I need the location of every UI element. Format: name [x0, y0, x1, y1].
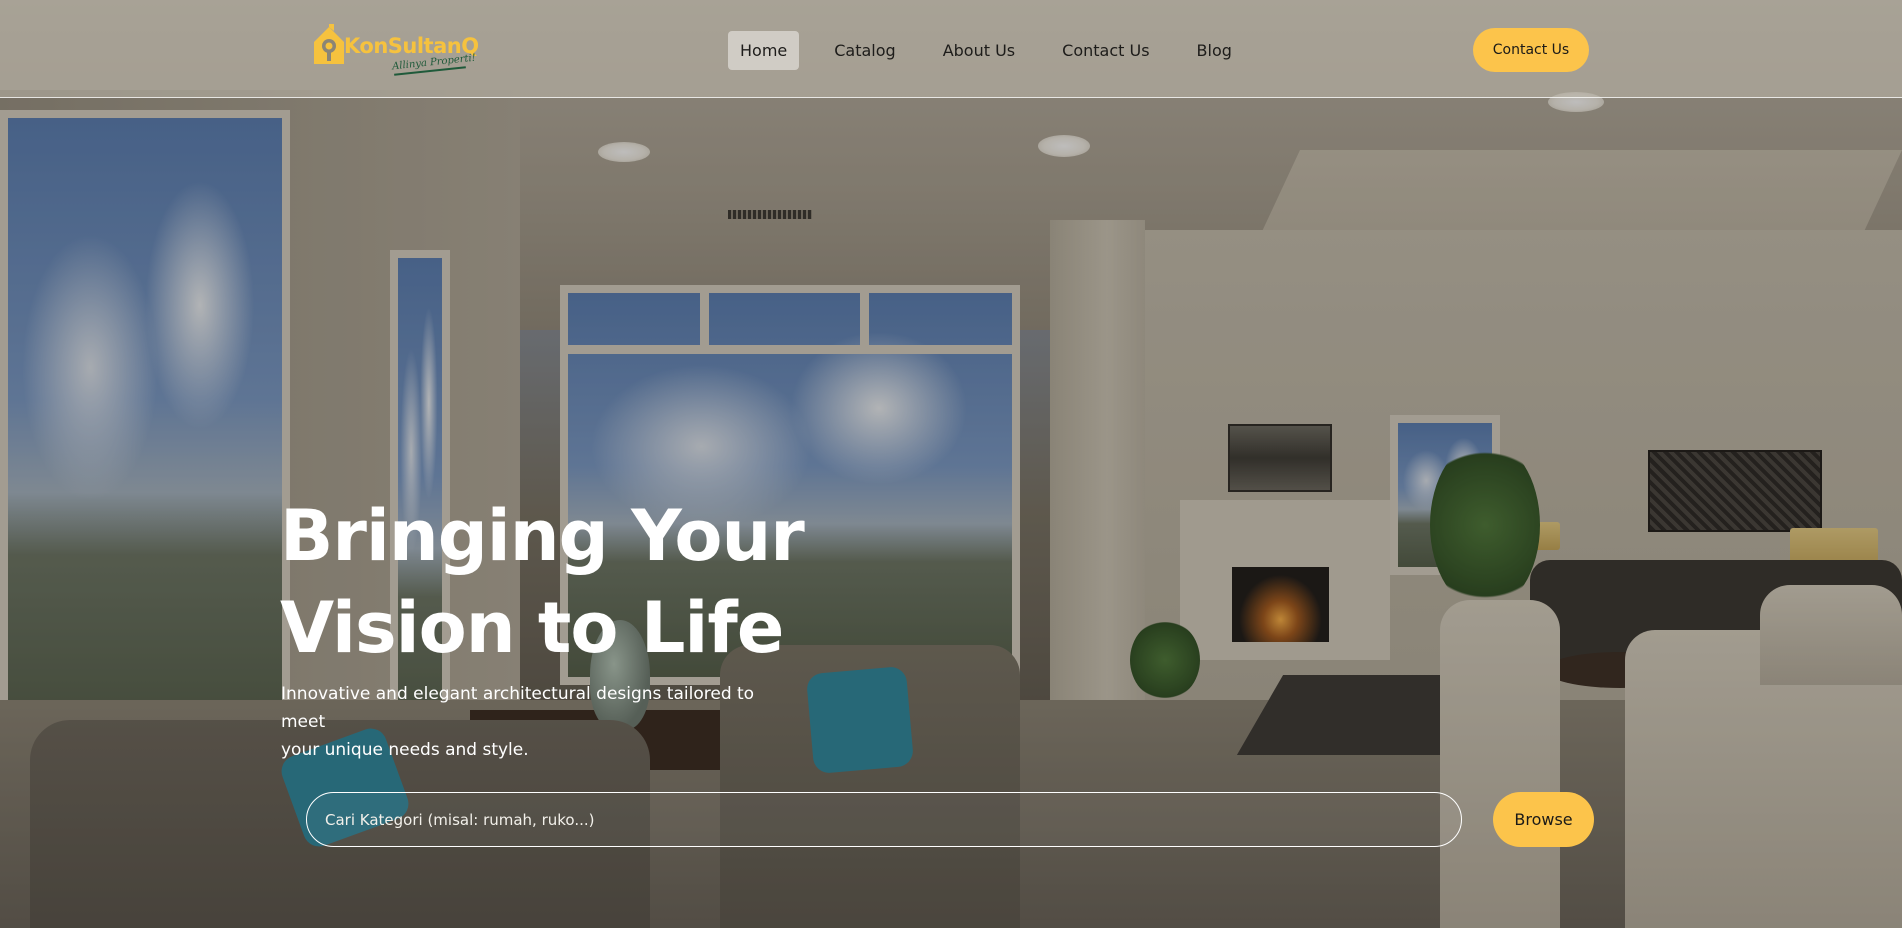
category-search-input[interactable] [323, 793, 1447, 847]
site-header: KonSultanQ Allinya Properti! Home Catalo… [0, 0, 1902, 98]
hero-subtitle-line-1: Innovative and elegant architectural des… [281, 684, 755, 732]
hero-subtitle: Innovative and elegant architectural des… [281, 680, 781, 764]
contact-us-button[interactable]: Contact Us [1473, 28, 1589, 72]
hero-subtitle-line-2: your unique needs and style. [281, 740, 529, 760]
nav-blog[interactable]: Blog [1185, 31, 1244, 70]
nav-about-us[interactable]: About Us [931, 31, 1027, 70]
hero-overlay [0, 0, 1902, 928]
hero-title-line-1: Bringing Your [280, 495, 805, 577]
browse-button[interactable]: Browse [1493, 792, 1594, 847]
page: KonSultanQ Allinya Properti! Home Catalo… [0, 0, 1902, 928]
hero-title-line-2: Vision to Life [280, 587, 784, 669]
house-key-icon [310, 24, 348, 73]
nav-home[interactable]: Home [728, 30, 800, 70]
hero-title: Bringing Your Vision to Life [280, 490, 840, 674]
logo[interactable]: KonSultanQ Allinya Properti! [308, 24, 479, 76]
nav-catalog[interactable]: Catalog [822, 31, 907, 70]
nav-contact-us[interactable]: Contact Us [1050, 31, 1161, 70]
category-search [306, 792, 1462, 847]
main-nav: Home Catalog About Us Contact Us Blog [728, 30, 1267, 70]
